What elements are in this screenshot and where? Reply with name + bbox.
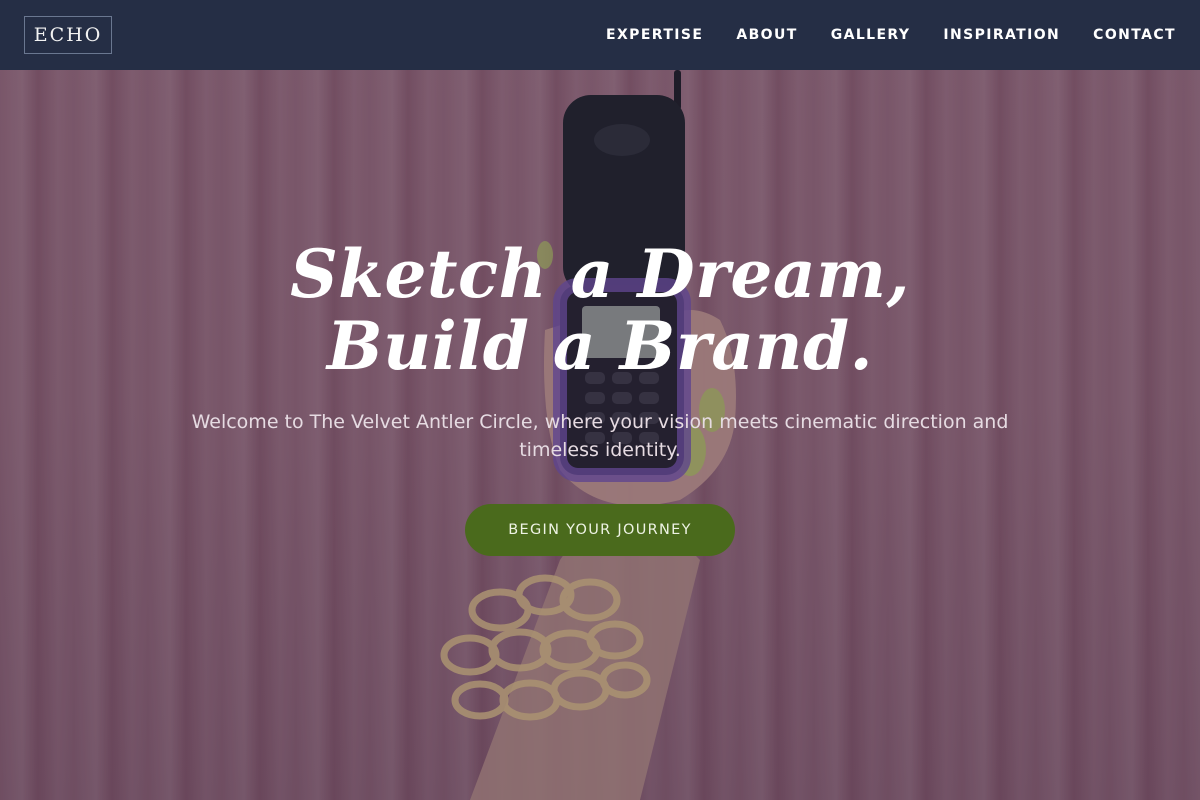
hero-section: Sketch a Dream, Build a Brand. Welcome t… bbox=[0, 238, 1200, 556]
nav-link-inspiration[interactable]: INSPIRATION bbox=[943, 27, 1060, 43]
nav-link-contact[interactable]: CONTACT bbox=[1093, 27, 1176, 43]
nav-link-about[interactable]: ABOUT bbox=[736, 27, 797, 43]
nav-link-gallery[interactable]: GALLERY bbox=[831, 27, 911, 43]
hero-subtitle: Welcome to The Velvet Antler Circle, whe… bbox=[191, 411, 1009, 461]
site-header: ECHO EXPERTISE ABOUT GALLERY INSPIRATION… bbox=[0, 0, 1200, 70]
hero-title: Sketch a Dream, Build a Brand. bbox=[290, 235, 910, 385]
logo[interactable]: ECHO bbox=[24, 16, 112, 54]
main-nav: EXPERTISE ABOUT GALLERY INSPIRATION CONT… bbox=[573, 27, 1176, 43]
nav-link-expertise[interactable]: EXPERTISE bbox=[606, 27, 703, 43]
begin-journey-button[interactable]: BEGIN YOUR JOURNEY bbox=[465, 504, 735, 556]
